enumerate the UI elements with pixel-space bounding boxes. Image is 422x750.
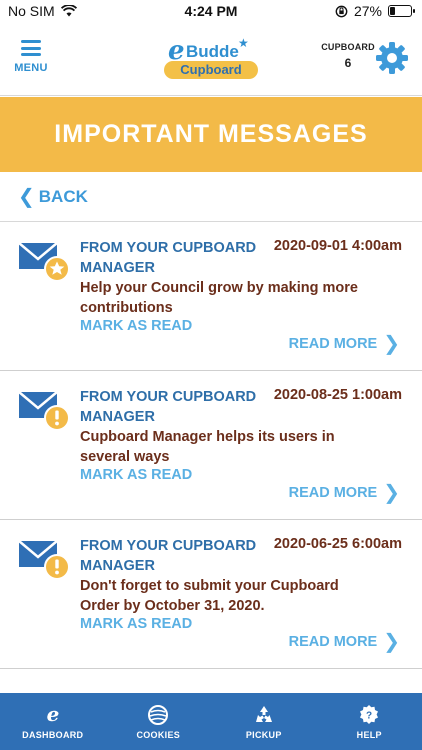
- read-more-label: READ MORE: [288, 336, 378, 352]
- battery-icon: [388, 5, 415, 17]
- bottom-nav: e DASHBOARD COOKIES PICKUP ? HELP: [0, 693, 422, 750]
- chevron-right-icon: ❯: [383, 333, 400, 355]
- cupboard-label: CUPBOARD: [321, 42, 375, 52]
- battery-percent: 27%: [353, 3, 382, 19]
- message-date: 2020-06-25 6:00am: [273, 536, 402, 552]
- svg-text:e: e: [46, 704, 59, 726]
- app-header: MENU e Budde ★ Cupboard CUPBOARD 6: [0, 24, 422, 96]
- message-item: FROM YOUR CUPBOARD MANAGER 2020-09-01 4:…: [0, 222, 422, 371]
- logo-star-icon: ★: [238, 36, 249, 50]
- nav-help-label: HELP: [356, 729, 382, 740]
- nav-dashboard-label: DASHBOARD: [22, 729, 84, 740]
- back-button[interactable]: ❮ BACK: [0, 172, 422, 222]
- read-more-link[interactable]: READ MORE ❯: [288, 482, 400, 504]
- message-subject: Help your Council grow by making more co…: [80, 280, 358, 316]
- battery-fill: [390, 7, 395, 15]
- message-date: 2020-09-01 4:00am: [273, 238, 402, 254]
- message-sender: FROM YOUR CUPBOARD MANAGER: [80, 538, 257, 574]
- ebudde-e-icon: e: [46, 704, 59, 726]
- message-item: FROM YOUR CUPBOARD MANAGER 2020-08-25 1:…: [0, 371, 422, 520]
- read-more-label: READ MORE: [288, 485, 378, 501]
- cupboard-count: 6: [344, 56, 352, 70]
- message-subject: Don't forget to submit your Cupboard Ord…: [80, 578, 339, 614]
- status-right: 27%: [335, 3, 415, 19]
- status-bar: No SIM 4:24 PM 27%: [0, 0, 422, 24]
- cupboard-counter: CUPBOARD 6: [318, 42, 378, 70]
- nav-dashboard[interactable]: e DASHBOARD: [0, 693, 106, 750]
- nav-pickup-label: PICKUP: [245, 729, 282, 740]
- message-subject: Cupboard Manager helps its users in seve…: [80, 429, 335, 465]
- menu-label: MENU: [14, 62, 48, 74]
- help-badge-icon: ?: [360, 704, 379, 724]
- read-more-link[interactable]: READ MORE ❯: [288, 333, 400, 355]
- message-date: 2020-08-25 1:00am: [273, 387, 402, 403]
- chevron-right-icon: ❯: [383, 631, 400, 653]
- hamburger-icon: [21, 40, 41, 56]
- envelope-alert-icon: [18, 540, 70, 580]
- svg-text:?: ?: [366, 710, 372, 721]
- logo-budde: Budde: [186, 42, 239, 61]
- nav-cookies[interactable]: COOKIES: [106, 693, 212, 750]
- message-sender: FROM YOUR CUPBOARD MANAGER: [80, 240, 257, 276]
- mark-as-read-link[interactable]: MARK AS READ: [80, 318, 192, 334]
- message-item: FROM YOUR CUPBOARD MANAGER 2020-06-25 6:…: [0, 520, 422, 669]
- page-banner: IMPORTANT MESSAGES: [0, 97, 422, 172]
- message-sender: FROM YOUR CUPBOARD MANAGER: [80, 389, 257, 425]
- page-title: IMPORTANT MESSAGES: [54, 120, 368, 148]
- message-list: FROM YOUR CUPBOARD MANAGER 2020-09-01 4:…: [0, 222, 422, 669]
- read-more-label: READ MORE: [288, 634, 378, 650]
- nav-cookies-label: COOKIES: [136, 729, 181, 740]
- chevron-right-icon: ❯: [383, 482, 400, 504]
- read-more-link[interactable]: READ MORE ❯: [288, 631, 400, 653]
- menu-button[interactable]: MENU: [12, 40, 50, 74]
- ebudde-cupboard-logo: e Budde ★ Cupboard: [164, 36, 260, 82]
- envelope-star-icon: [18, 242, 70, 282]
- back-label: BACK: [38, 186, 88, 206]
- mark-as-read-link[interactable]: MARK AS READ: [80, 616, 192, 632]
- nav-help[interactable]: ? HELP: [317, 693, 422, 750]
- gear-icon[interactable]: [374, 40, 410, 76]
- recycle-icon: [255, 705, 272, 722]
- mark-as-read-link[interactable]: MARK AS READ: [80, 467, 192, 483]
- orientation-lock-icon: [335, 5, 348, 17]
- logo-cupboard: Cupboard: [164, 61, 258, 79]
- envelope-alert-icon: [18, 391, 70, 431]
- chevron-left-icon: ❮: [18, 186, 35, 208]
- nav-pickup[interactable]: PICKUP: [211, 693, 317, 750]
- cookie-icon: [148, 704, 169, 725]
